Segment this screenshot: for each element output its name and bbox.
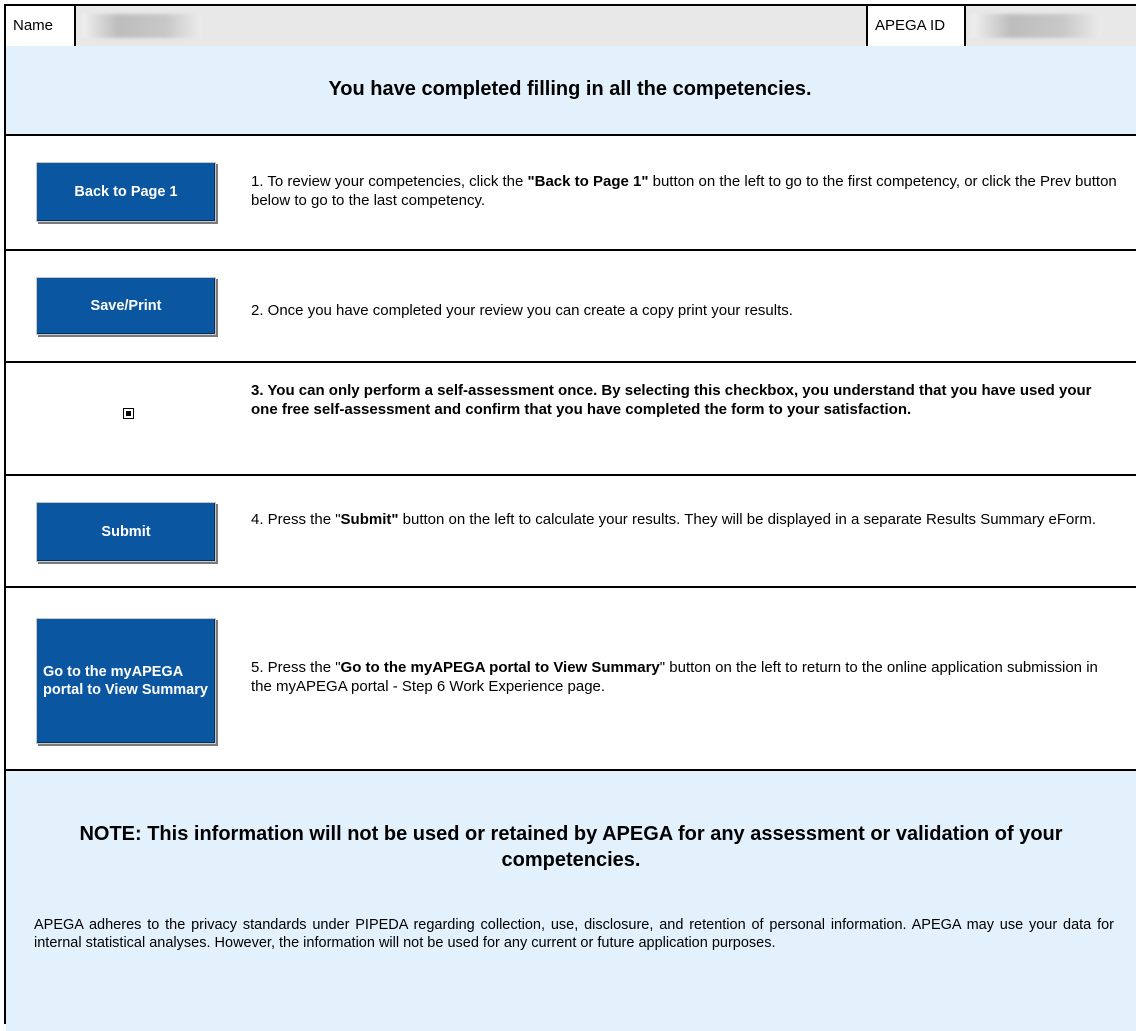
header-row: Name APEGA ID: [6, 6, 1136, 48]
step-4-description: 4. Press the "Submit" button on the left…: [251, 510, 1121, 529]
step-2-description: 2. Once you have completed your review y…: [251, 302, 793, 319]
back-to-page-1-button[interactable]: Back to Page 1: [36, 162, 216, 222]
name-value-redacted: [82, 14, 202, 38]
note-title: NOTE: This information will not be used …: [79, 823, 1063, 871]
submit-button[interactable]: Submit: [36, 502, 216, 562]
view-summary-portal-button[interactable]: Go to the myAPEGA portal to View Summary: [36, 618, 216, 744]
checkbox-check-mark: [125, 410, 131, 416]
step-1-row: Back to Page 1 1. To review your compete…: [6, 136, 1136, 251]
step-2-row: Save/Print 2. Once you have completed yo…: [6, 251, 1136, 363]
apega-id-value-redacted: [972, 14, 1102, 38]
step-3-row: 3. You can only perform a self-assessmen…: [6, 363, 1136, 476]
step-1-description: 1. To review your competencies, click th…: [251, 172, 1121, 210]
apega-id-label: APEGA ID: [866, 6, 966, 46]
step-5-row: Go to the myAPEGA portal to View Summary…: [6, 588, 1136, 771]
step-1-text-bold: "Back to Page 1": [527, 173, 649, 190]
competency-form: Name APEGA ID You have completed filling…: [4, 4, 1136, 1031]
confirm-checkbox[interactable]: [123, 408, 134, 419]
save-print-button[interactable]: Save/Print: [36, 277, 216, 335]
privacy-note-section: NOTE: This information will not be used …: [6, 771, 1136, 1031]
name-label: Name: [6, 6, 76, 46]
step-5-text-pre: 5. Press the ": [251, 659, 341, 676]
privacy-statement: APEGA adheres to the privacy standards u…: [34, 917, 1114, 951]
step-4-text-pre: 4. Press the ": [251, 511, 341, 528]
completion-banner: You have completed filling in all the co…: [6, 46, 1136, 136]
step-4-text-post: button on the left to calculate your res…: [398, 511, 1097, 528]
step-3-description: 3. You can only perform a self-assessmen…: [251, 382, 1092, 418]
step-4-text-bold: Submit": [340, 511, 399, 528]
step-5-description: 5. Press the "Go to the myAPEGA portal t…: [251, 658, 1121, 696]
completion-title: You have completed filling in all the co…: [328, 78, 812, 100]
step-5-text-bold: Go to the myAPEGA portal to View Summary: [340, 659, 660, 676]
step-1-text-pre: 1. To review your competencies, click th…: [251, 173, 528, 190]
step-4-row: Submit 4. Press the "Submit" button on t…: [6, 476, 1136, 588]
